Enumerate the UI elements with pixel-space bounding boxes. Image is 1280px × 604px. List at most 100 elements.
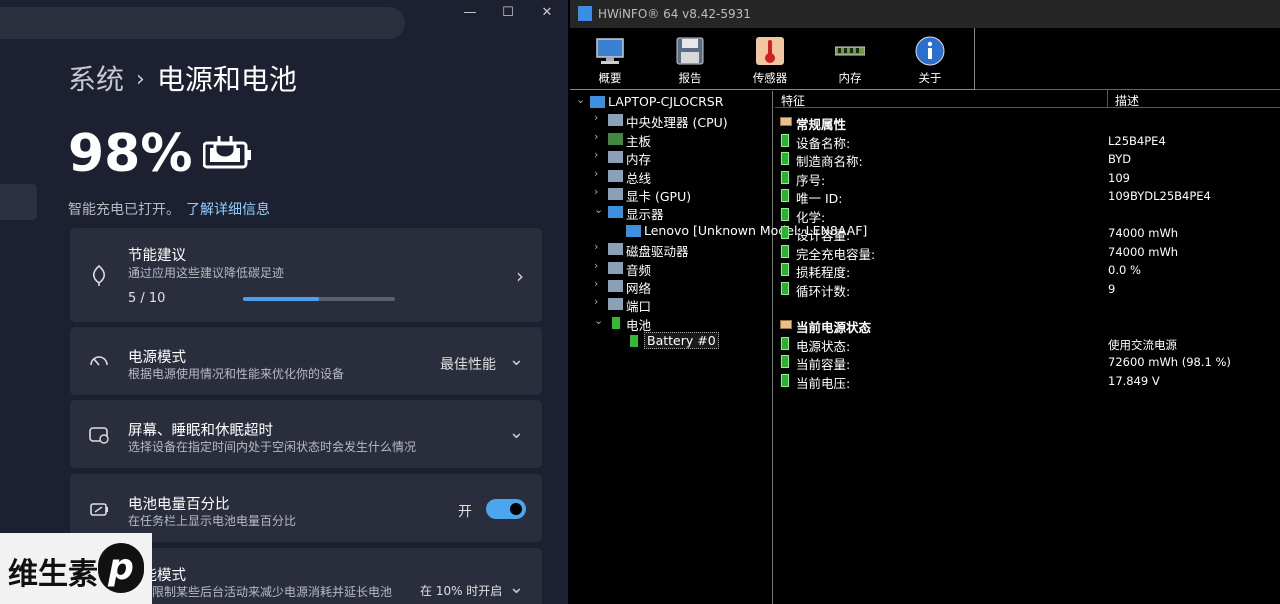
nav-selected-item[interactable] — [0, 184, 37, 220]
search-input[interactable] — [0, 7, 405, 39]
battery-icon — [781, 226, 789, 239]
section-title: 常规属性 — [796, 117, 847, 132]
detail-value: L25B4PE4 — [1108, 133, 1166, 148]
detail-row[interactable]: 损耗程度: 0.0 % — [777, 261, 1277, 280]
screen-sleep-card[interactable]: 屏幕、睡眠和休眠超时 选择设备在指定时间内处于空闲状态时会发生什么情况 ⌄ — [70, 400, 542, 468]
collapse-arrow-icon[interactable]: › — [594, 111, 606, 124]
minimize-button[interactable]: — — [455, 4, 485, 22]
watermark-logo: p — [98, 543, 144, 593]
detail-label: 设备名称: — [796, 135, 851, 151]
hwinfo-window: HWiNFO® 64 v8.42-5931 概要 报告 传感器 内存 关于 ⌄ L… — [570, 0, 1280, 604]
maximize-button[interactable]: ☐ — [493, 4, 523, 22]
detail-label: 当前容量: — [796, 357, 851, 372]
tree-node-label: LAPTOP-CJLOCRSR — [608, 94, 724, 109]
detail-row[interactable]: 化学: — [777, 206, 1277, 225]
expand-arrow-icon[interactable]: ⌄ — [594, 203, 606, 216]
battery-icon — [781, 336, 789, 350]
detail-value: 74000 mWh — [1108, 226, 1179, 240]
detail-row[interactable]: 唯一 ID: 109BYDL25B4PE4 — [777, 187, 1277, 206]
column-description[interactable]: 描述 — [1115, 92, 1139, 109]
battery-icon — [781, 373, 789, 387]
breadcrumb-parent[interactable]: 系统 — [68, 63, 124, 96]
battery-icon — [781, 133, 789, 147]
detail-row[interactable]: 循环计数: 9 — [777, 280, 1277, 299]
battery-saver-threshold[interactable]: 在 10% 时开启 — [420, 582, 502, 599]
close-button[interactable]: ✕ — [532, 4, 562, 22]
power-mode-card[interactable]: 电源模式 根据电源使用情况和性能来优化你的设备 最佳性能 ⌄ — [70, 327, 542, 395]
toolbar-label: 报告 — [678, 71, 702, 85]
detail-row[interactable]: 制造商名称: BYD — [777, 150, 1277, 169]
detail-row[interactable]: 当前电压: 17.849 V — [777, 372, 1277, 391]
power-mode-select[interactable]: 最佳性能 — [440, 354, 496, 374]
recommendations-progress-text: 5 / 10 — [128, 291, 166, 306]
battery-plug-icon — [203, 136, 251, 169]
battery-percentage-toggle[interactable] — [486, 499, 526, 519]
expand-arrow-icon[interactable]: ⌄ — [576, 93, 588, 106]
detail-value: 109BYDL25B4PE4 — [1108, 189, 1211, 203]
breadcrumb-separator: › — [136, 67, 145, 92]
column-feature[interactable]: 特征 — [781, 92, 805, 109]
settings-window: — ☐ ✕ 系统 › 电源和电池 98% 智能充电已打开。 了解详细信息 节能建议 通… — [0, 0, 568, 604]
toolbar-report-button[interactable]: 报告 — [650, 28, 730, 90]
battery-icon — [781, 281, 789, 295]
collapse-arrow-icon[interactable]: › — [594, 185, 606, 198]
learn-more-link[interactable]: 了解详细信息 — [186, 202, 270, 218]
memory-icon — [608, 151, 623, 164]
detail-row[interactable]: 当前容量: 72600 mWh (98.1 %) — [777, 353, 1277, 372]
card-subtitle: 通过限制某些后台活动来减少电源消耗并延长电池 — [128, 585, 393, 599]
tree-node-label: 总线 — [626, 170, 652, 186]
detail-label: 循环计数: — [796, 283, 851, 299]
detail-value: 使用交流电源 — [1108, 337, 1177, 352]
battery-percentage: 98% — [68, 124, 193, 184]
toolbar-summary-button[interactable]: 概要 — [570, 28, 650, 90]
energy-recommendations-card[interactable]: 节能建议 通过应用这些建议降低碳足迹 5 / 10 › — [70, 228, 542, 322]
tree-node-label: Battery #0 — [644, 332, 719, 350]
collapse-arrow-icon[interactable]: › — [594, 277, 606, 290]
collapse-arrow-icon[interactable]: › — [594, 167, 606, 180]
toolbar-memory-button[interactable]: 内存 — [810, 28, 890, 90]
tree-node-label: 内存 — [626, 152, 652, 168]
device-tree[interactable]: ⌄ LAPTOP-CJLOCRSR › 中央处理器 (CPU) › 主板 › 内存 › 总线 › 显卡… — [570, 91, 867, 604]
toolbar-label: 内存 — [838, 71, 862, 85]
toolbar-about-button[interactable]: 关于 — [890, 28, 970, 90]
detail-value: 9 — [1108, 281, 1116, 296]
audio-icon — [608, 261, 623, 274]
battery-icon — [630, 335, 638, 348]
smart-charging-text: 智能充电已打开。 了解详细信息 — [68, 199, 270, 219]
detail-value: 72600 mWh (98.1 %) — [1108, 355, 1231, 369]
card-title: 电池电量百分比 — [128, 497, 230, 513]
collapse-arrow-icon[interactable]: › — [594, 259, 606, 272]
folder-icon — [780, 117, 792, 126]
gpu-icon — [608, 188, 623, 200]
chevron-down-icon[interactable]: ⌄ — [509, 422, 524, 443]
computer-icon — [590, 96, 605, 108]
battery-icon — [781, 170, 789, 184]
collapse-arrow-icon[interactable]: › — [594, 295, 606, 308]
recommendations-progress-bar — [243, 297, 395, 301]
detail-value: 74000 mWh — [1108, 244, 1179, 259]
detail-row[interactable]: 设计容量: 74000 mWh — [777, 224, 1277, 243]
hwinfo-app-icon — [578, 6, 592, 21]
tree-node-label: 磁盘驱动器 — [626, 244, 689, 260]
collapse-arrow-icon[interactable]: › — [594, 240, 606, 253]
detail-value: 109 — [1108, 170, 1130, 185]
battery-percent-icon — [90, 503, 108, 516]
chevron-down-icon[interactable]: ⌄ — [509, 349, 524, 370]
detail-row[interactable]: 电源状态: 使用交流电源 — [777, 335, 1277, 354]
watermark-text: 维生素 — [8, 557, 98, 592]
collapse-arrow-icon[interactable]: › — [594, 148, 606, 161]
chevron-down-icon[interactable]: ⌄ — [509, 577, 524, 598]
detail-row[interactable]: 设备名称: L25B4PE4 — [777, 132, 1277, 151]
detail-row[interactable]: 序号: 109 — [777, 169, 1277, 188]
expand-arrow-icon[interactable]: ⌄ — [594, 314, 606, 327]
toolbar-sensors-button[interactable]: 传感器 — [730, 28, 810, 90]
toolbar-label: 关于 — [918, 71, 942, 85]
detail-label: 电源状态: — [796, 338, 851, 354]
detail-row[interactable]: 完全充电容量: 74000 mWh — [777, 243, 1277, 262]
collapse-arrow-icon[interactable]: › — [594, 130, 606, 143]
column-separator[interactable] — [1107, 90, 1108, 108]
tree-node-label: 中央处理器 (CPU) — [626, 115, 728, 131]
battery-icon — [781, 152, 789, 165]
tree-node-label: 电池 — [626, 317, 652, 333]
gauge-icon — [90, 356, 108, 366]
